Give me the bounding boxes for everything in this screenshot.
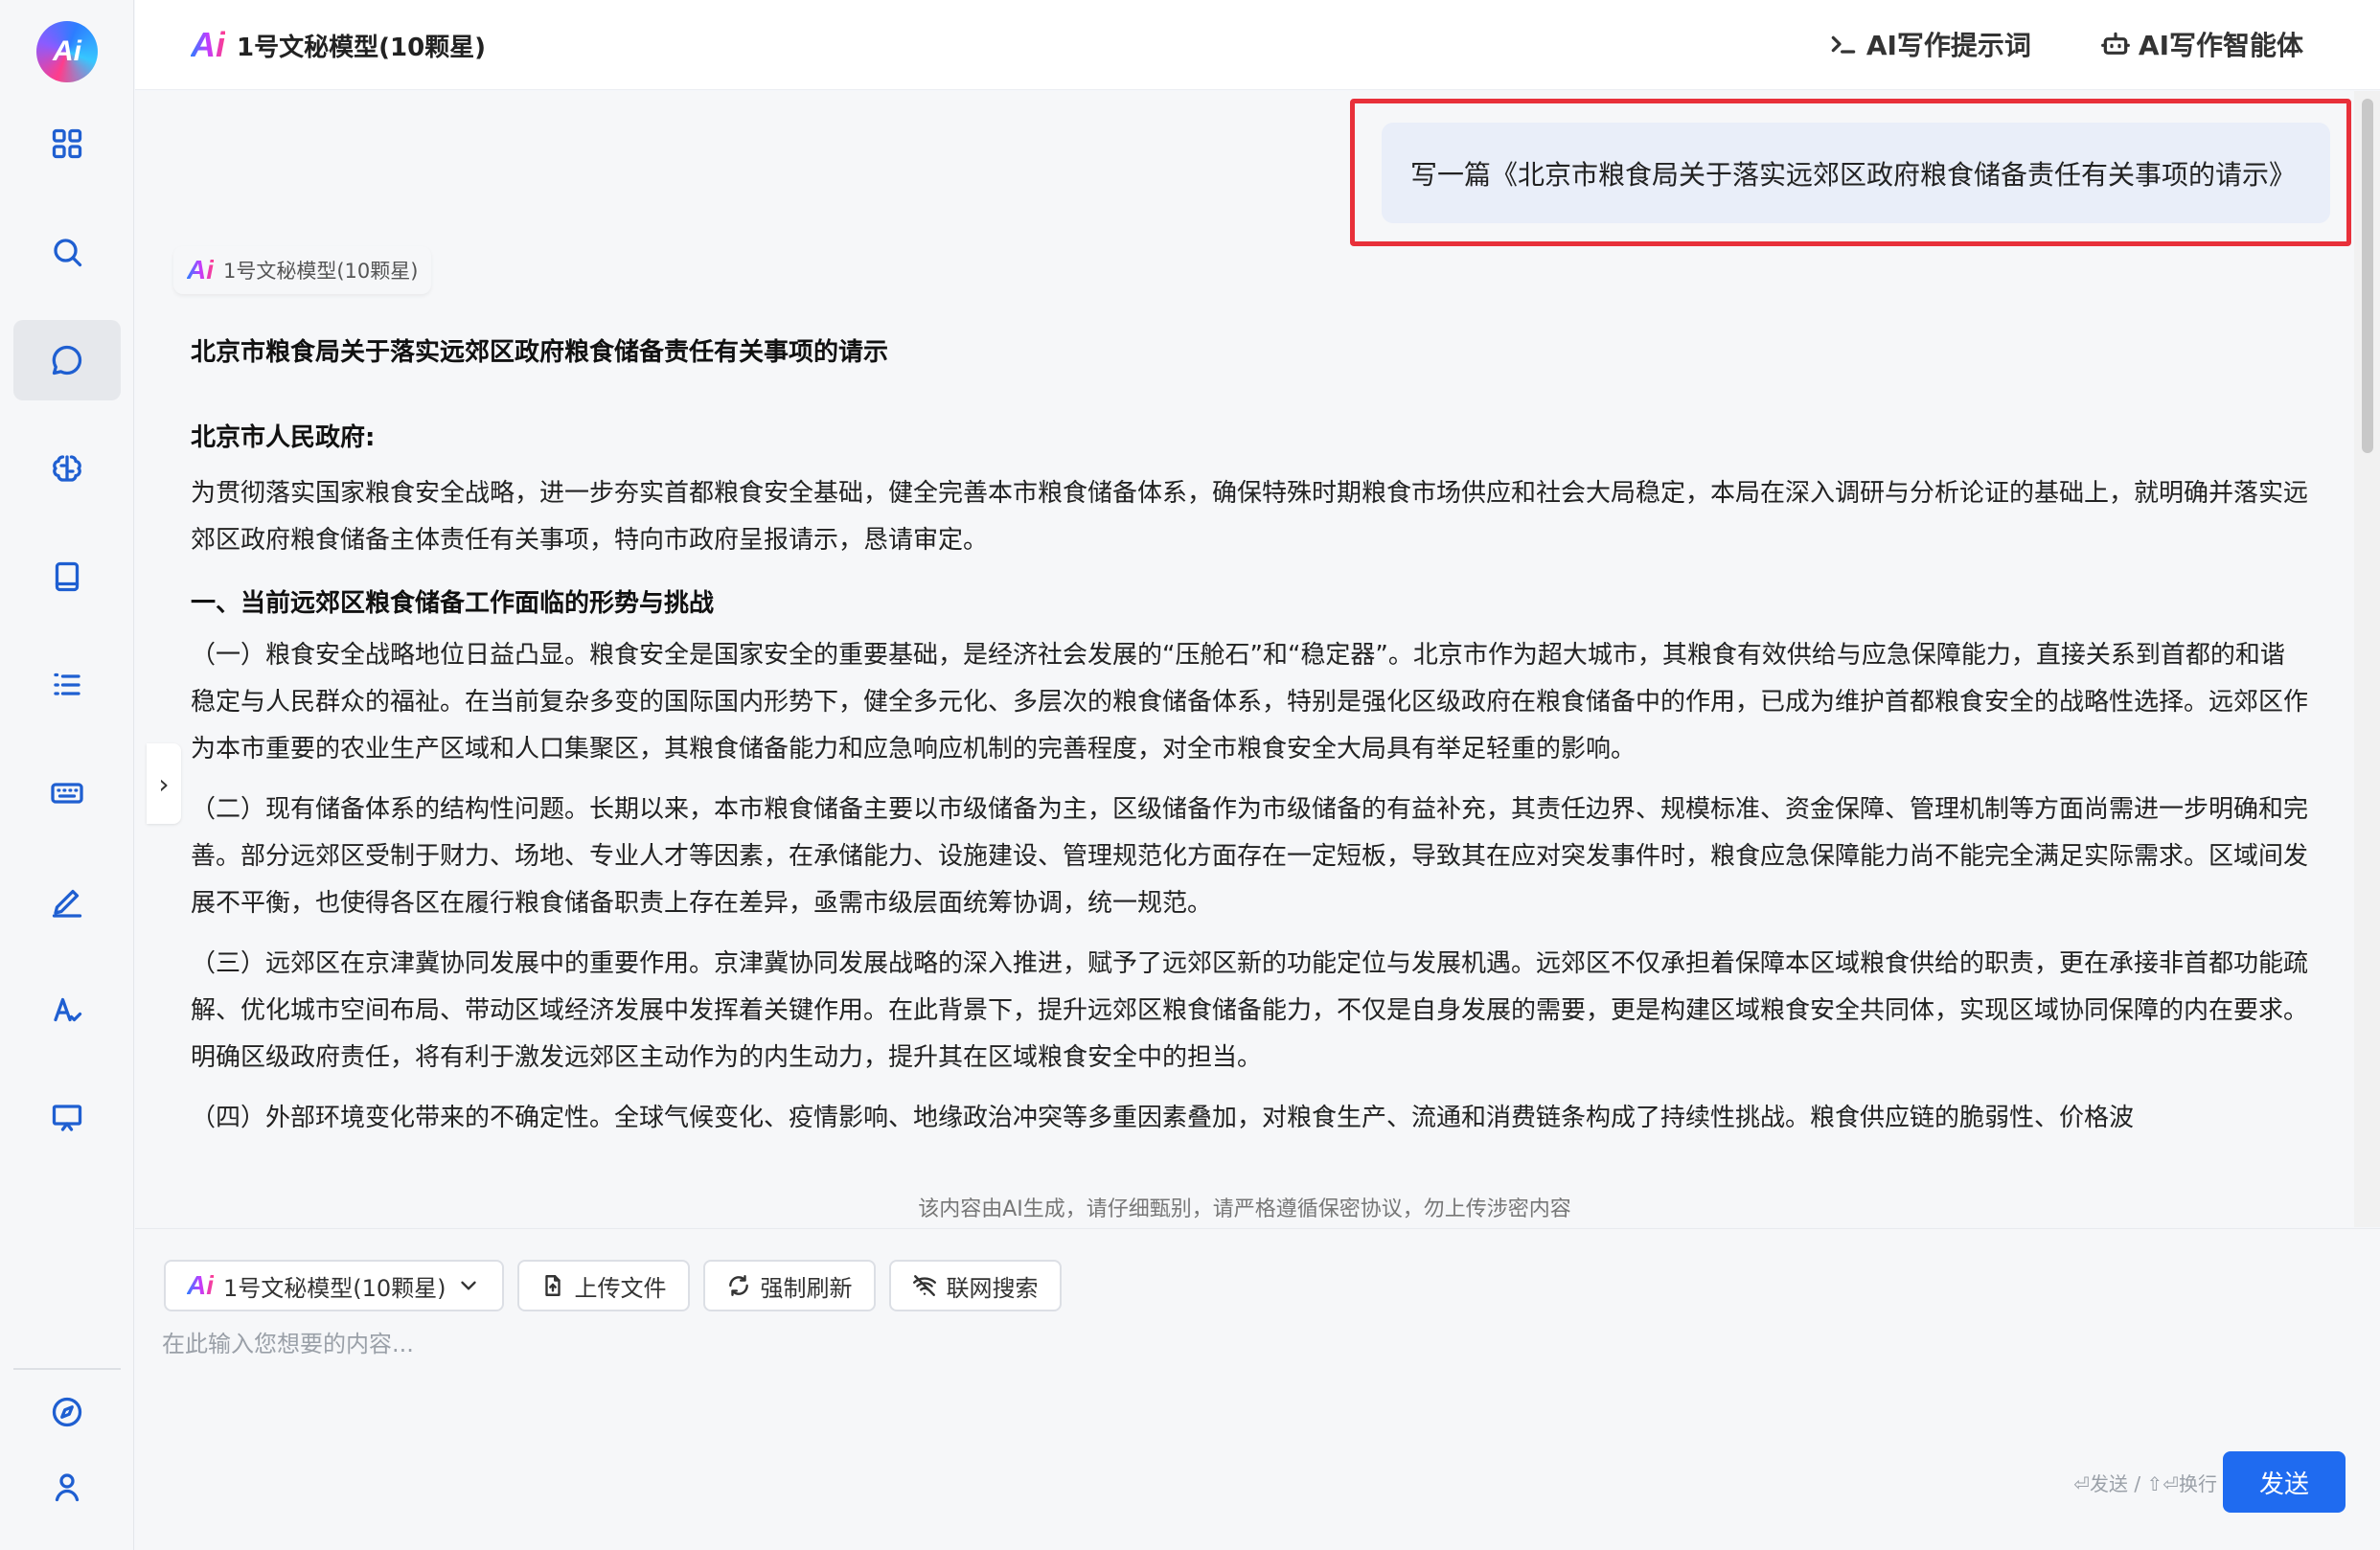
chat-scrollbar[interactable] <box>2354 91 2380 1227</box>
composer: Ai 1号文秘模型(10颗星) 上传文件 强制刷新 联网搜索 ⏎发送 / ⇧⏎换… <box>135 1228 2380 1550</box>
ai-writing-prompts-link[interactable]: AI写作提示词 <box>1828 25 2031 63</box>
sidebar-item-keyboard[interactable] <box>13 753 121 833</box>
sidebar-item-presentation[interactable] <box>13 1078 121 1158</box>
chevron-right-icon: › <box>158 767 170 800</box>
page-title: 1号文秘模型(10颗星) <box>237 33 487 62</box>
top-header: Ai 1号文秘模型(10颗星) AI写作提示词 AI写作智能体 <box>135 0 2380 90</box>
answer-title: 北京市粮食局关于落实远郊区政府粮食储备责任有关事项的请示 <box>191 338 889 367</box>
sidebar-item-apps[interactable] <box>13 103 121 184</box>
model-select-label: 1号文秘模型(10颗星) <box>223 1274 446 1302</box>
answer-paragraph: （三）远郊区在京津冀协同发展中的重要作用。京津冀协同发展战略的深入推进，赋予了远… <box>191 949 2309 1072</box>
sidebar-expand-toggle[interactable]: › <box>147 743 181 824</box>
prompt-input[interactable] <box>162 1325 2346 1440</box>
answer-paragraph: （四）外部环境变化带来的不确定性。全球气候变化、疫情影响、地缘政治冲突等多重因素… <box>191 1104 2135 1132</box>
answer-paragraph: （二）现有储备体系的结构性问题。长期以来，本市粮食储备主要以市级储备为主，区级储… <box>191 795 2309 918</box>
sidebar: Ai <box>0 0 134 1550</box>
sidebar-item-search[interactable] <box>13 212 121 292</box>
logo-text: Ai <box>53 35 81 67</box>
app-logo[interactable]: Ai <box>36 21 98 82</box>
keyboard-icon <box>51 783 83 804</box>
assistant-answer: 北京市粮食局关于落实远郊区政府粮食储备责任有关事项的请示 北京市人民政府: 为贯… <box>172 302 2325 1227</box>
robot-icon <box>2100 32 2130 55</box>
sidebar-item-pen[interactable] <box>13 861 121 942</box>
apps-grid-icon <box>52 128 82 159</box>
sidebar-item-book[interactable] <box>13 536 121 617</box>
sidebar-item-brain[interactable] <box>13 428 121 509</box>
bot-name-badge: Ai 1号文秘模型(10颗星) <box>173 246 432 294</box>
upload-file-label: 上传文件 <box>574 1274 667 1302</box>
upload-file-icon <box>544 1275 561 1296</box>
web-search-button[interactable]: 联网搜索 <box>888 1260 1062 1311</box>
chevron-down-icon <box>460 1281 476 1290</box>
terminal-icon <box>1831 35 1856 54</box>
sidebar-item-user[interactable] <box>13 1447 121 1527</box>
send-button[interactable]: 发送 <box>2223 1451 2346 1513</box>
user-icon <box>55 1473 80 1502</box>
sidebar-item-list[interactable] <box>13 645 121 725</box>
ai-logo-icon: Ai <box>191 25 225 64</box>
chat-icon <box>52 345 82 376</box>
web-search-label: 联网搜索 <box>946 1274 1039 1302</box>
translate-icon <box>54 997 82 1022</box>
answer-paragraph: （一）粮食安全战略地位日益凸显。粮食安全是国家安全的重要基础，是经济社会发展的“… <box>191 641 2309 764</box>
ai-writing-agent-label: AI写作智能体 <box>2138 30 2303 61</box>
ai-logo-icon: Ai <box>187 1270 214 1300</box>
upload-file-button[interactable]: 上传文件 <box>516 1260 690 1311</box>
model-select[interactable]: Ai 1号文秘模型(10颗星) <box>164 1260 504 1311</box>
user-message-highlight: 写一篇《北京市粮食局关于落实远郊区政府粮食储备责任有关事项的请示》 <box>1350 99 2351 246</box>
composer-toolbar: Ai 1号文秘模型(10颗星) 上传文件 强制刷新 联网搜索 <box>164 1260 1062 1311</box>
answer-section-heading: 一、当前远郊区粮食储备工作面临的形势与挑战 <box>191 589 715 618</box>
answer-intro: 为贯彻落实国家粮食安全战略，进一步夯实首都粮食安全基础，健全完善本市粮食储备体系… <box>191 479 2309 555</box>
refresh-icon <box>728 1275 748 1296</box>
sidebar-item-explore[interactable] <box>13 1372 121 1452</box>
presentation-icon <box>52 1105 82 1131</box>
sidebar-item-translate[interactable] <box>13 969 121 1050</box>
search-icon <box>54 239 82 267</box>
send-shortcut-hint: ⏎发送 / ⇧⏎换行 <box>2073 1472 2217 1495</box>
ai-writing-prompts-label: AI写作提示词 <box>1865 30 2031 61</box>
list-icon <box>54 672 80 695</box>
user-message: 写一篇《北京市粮食局关于落实远郊区政府粮食储备责任有关事项的请示》 <box>1382 123 2330 223</box>
brain-icon <box>53 455 81 482</box>
answer-salutation: 北京市人民政府: <box>191 423 376 452</box>
chat-area: 写一篇《北京市粮食局关于落实远郊区政府粮食储备责任有关事项的请示》 Ai 1号文… <box>135 91 2354 1227</box>
force-refresh-label: 强制刷新 <box>760 1274 853 1302</box>
sidebar-divider <box>13 1368 121 1370</box>
sidebar-item-chat[interactable] <box>13 320 121 400</box>
ai-disclaimer: 该内容由AI生成，请仔细甄别，请严格遵循保密协议，勿上传涉密内容 <box>135 1194 2354 1226</box>
scrollbar-thumb[interactable] <box>2362 99 2373 453</box>
wifi-off-icon <box>912 1275 936 1296</box>
ai-logo-icon: Ai <box>187 255 214 285</box>
ai-writing-agent-link[interactable]: AI写作智能体 <box>2100 25 2303 63</box>
header-model-title: Ai 1号文秘模型(10颗星) <box>191 25 486 65</box>
force-refresh-button[interactable]: 强制刷新 <box>702 1260 876 1311</box>
book-icon <box>55 561 80 592</box>
compass-icon <box>52 1397 82 1427</box>
pen-icon <box>52 889 82 918</box>
bot-name: 1号文秘模型(10颗星) <box>223 260 419 283</box>
